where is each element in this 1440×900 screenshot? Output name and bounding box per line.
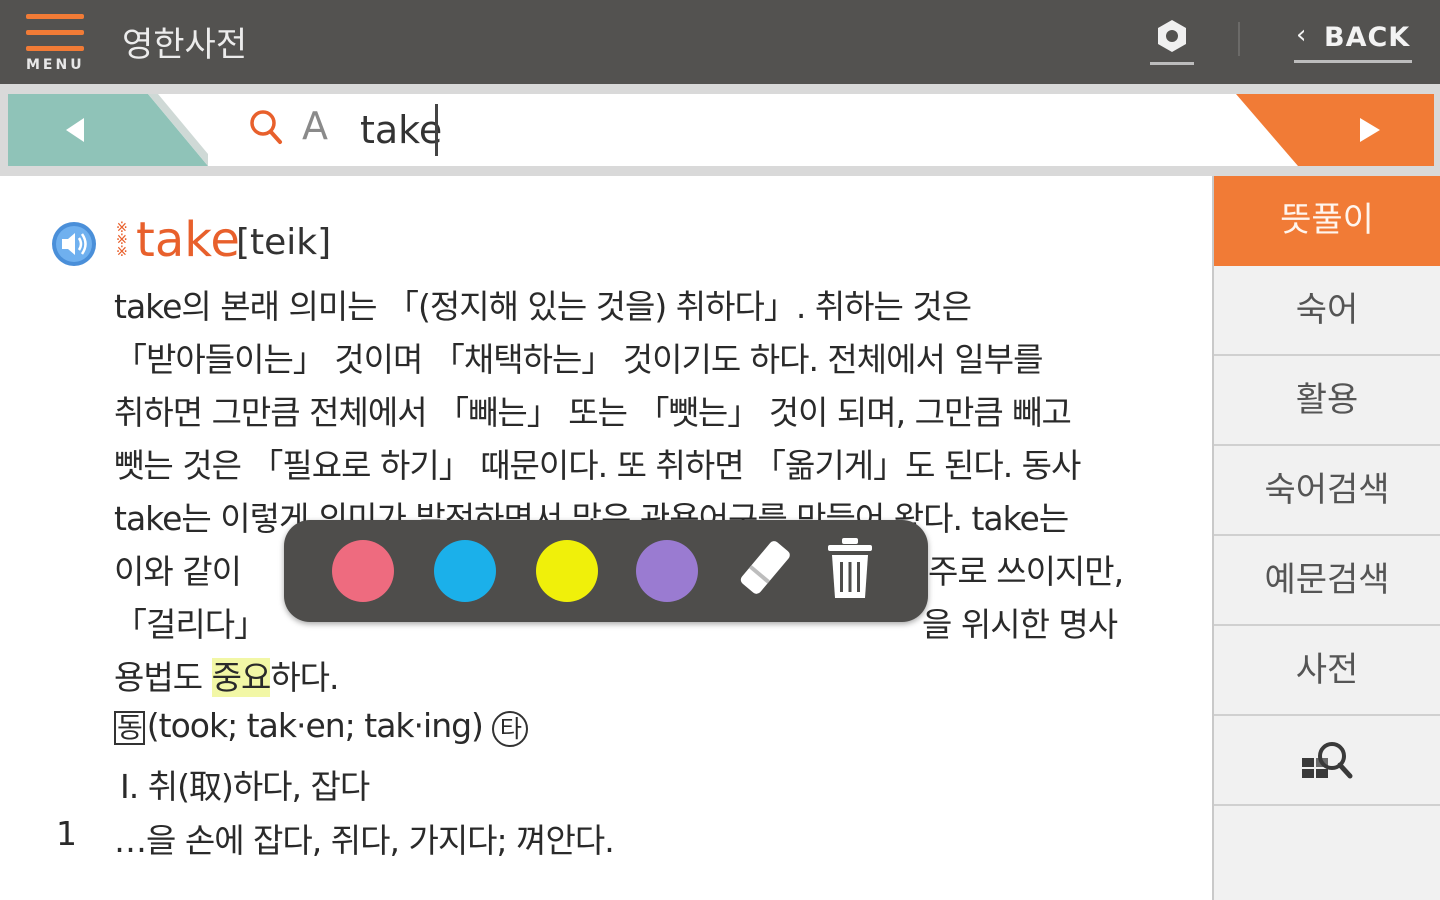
settings-button[interactable]	[1146, 14, 1198, 66]
menu-label: MENU	[26, 57, 85, 73]
settings-icon	[1158, 20, 1186, 52]
menu-button[interactable]: MENU	[22, 10, 90, 76]
side-tab-panel: 뜻풀이 숙어 활용 숙어검색 예문검색 사전	[1212, 176, 1440, 900]
chevron-left-icon: ‹	[1296, 20, 1307, 50]
sense-text: …을 손에 잡다, 쥐다, 가지다; 껴안다.	[114, 821, 615, 860]
next-arrow-shape	[1236, 94, 1434, 166]
app-title: 영한사전	[122, 25, 248, 65]
highlight-blue-button[interactable]	[434, 540, 496, 602]
definition-line: 「받아들이는」 것이며 「채택하는」 것이기도 하다. 전체에서 일부를	[114, 340, 1043, 379]
dictionary-search-icon	[1302, 742, 1353, 779]
search-input[interactable]	[360, 102, 1180, 158]
definition-line: 이와 같이	[114, 552, 242, 591]
search-icon[interactable]	[248, 108, 284, 152]
sense-number: 1	[56, 814, 77, 853]
tab-idiom-search[interactable]: 숙어검색	[1214, 446, 1440, 536]
back-label: BACK	[1324, 22, 1411, 53]
transitive-badge: 타	[492, 711, 529, 747]
menu-icon	[26, 14, 84, 19]
frequency-marker-icon: ※ ※ ※	[116, 220, 128, 260]
tab-dictionary[interactable]: 사전	[1214, 626, 1440, 716]
text-cursor	[435, 104, 438, 156]
highlight-yellow-button[interactable]	[536, 540, 598, 602]
top-bar: MENU 영한사전 ‹ BACK	[0, 0, 1440, 84]
definition-line: 주로 쓰이지만,	[928, 552, 1124, 591]
settings-underline	[1150, 62, 1194, 65]
sense-heading: Ⅰ. 취(取)하다, 잡다	[120, 767, 370, 806]
trash-icon[interactable]	[824, 536, 876, 606]
highlighter-toolbar	[284, 520, 928, 622]
tab-dictionary-search[interactable]	[1214, 716, 1440, 806]
menu-icon-bar	[26, 30, 84, 35]
tab-example-search[interactable]: 예문검색	[1214, 536, 1440, 626]
pronunciation: [teik]	[236, 222, 332, 263]
definition-line: 뺏는 것은 「필요로 하기」 때문이다. 또 취하면 「옮기게」도 된다. 동사	[114, 446, 1081, 485]
definition-line: 취하면 그만큼 전체에서 「빼는」 또는 「뺏는」 것이 되며, 그만큼 빼고	[114, 393, 1072, 432]
next-entry-button[interactable]	[1236, 94, 1434, 166]
back-underline	[1294, 60, 1412, 63]
back-button[interactable]: ‹ BACK	[1292, 14, 1414, 68]
headword: take	[136, 212, 240, 268]
menu-icon-bar	[26, 46, 84, 51]
definition-line: take의 본래 의미는 「(정지해 있는 것을) 취하다」. 취하는 것은	[114, 287, 972, 326]
divider	[1238, 22, 1240, 56]
definition-line-last: 용법도 중요하다.	[114, 651, 340, 699]
font-size-toggle[interactable]: A	[302, 104, 328, 148]
previous-arrow-shape	[8, 94, 218, 166]
definition-line: 을 위시한 명사	[922, 605, 1118, 644]
highlighted-text[interactable]: 중요	[211, 658, 271, 697]
highlight-purple-button[interactable]	[636, 540, 698, 602]
speaker-icon[interactable]	[50, 220, 98, 272]
definition-text: 하다.	[270, 658, 339, 697]
tab-conjugation[interactable]: 활용	[1214, 356, 1440, 446]
definition-text: 용법도	[114, 658, 212, 697]
part-of-speech-badge: 동	[114, 711, 145, 745]
highlight-pink-button[interactable]	[332, 540, 394, 602]
verb-forms-line: 동 (took; tak·en; tak·ing) 타	[114, 706, 529, 747]
previous-entry-button[interactable]	[8, 94, 218, 166]
tab-meaning[interactable]: 뜻풀이	[1214, 176, 1440, 266]
eraser-icon[interactable]	[734, 534, 794, 608]
definition-line: 「걸리다」	[114, 605, 267, 644]
verb-forms: (took; tak·en; tak·ing)	[146, 706, 484, 745]
tab-idioms[interactable]: 숙어	[1214, 266, 1440, 356]
